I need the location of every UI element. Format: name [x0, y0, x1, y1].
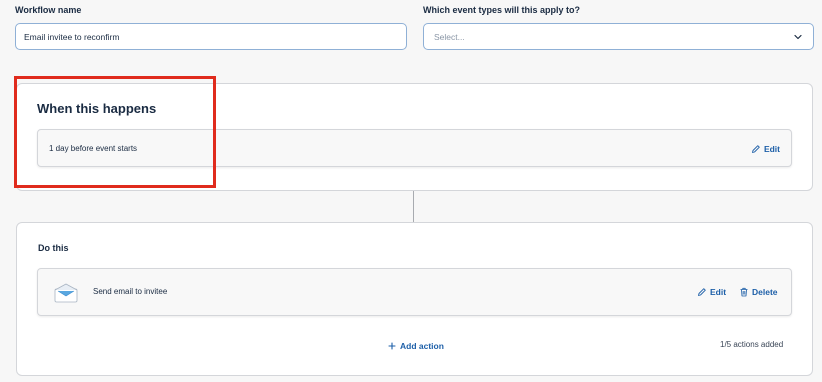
workflow-name-input[interactable]: Email invitee to reconfirm: [15, 23, 407, 50]
trigger-edit-label: Edit: [763, 144, 780, 154]
plus-icon: [388, 342, 396, 350]
action-delete-button[interactable]: Delete: [739, 287, 778, 297]
add-action-label: Add action: [400, 341, 444, 351]
pencil-icon: [698, 288, 706, 296]
pencil-icon: [751, 145, 760, 153]
action-edit-label: Edit: [710, 287, 727, 297]
trigger-edit-button[interactable]: Edit: [751, 144, 780, 154]
action-edit-button[interactable]: Edit: [697, 287, 726, 297]
event-types-placeholder: Select...: [434, 31, 465, 42]
actions-card: Do this Send email to invitee Edit Delet…: [16, 222, 813, 376]
actions-title: Do this: [38, 243, 69, 253]
actions-count: 1/5 actions added: [720, 340, 784, 349]
trash-icon: [740, 287, 748, 297]
trigger-card: When this happens 1 day before event sta…: [16, 83, 813, 191]
add-action-button[interactable]: Add action: [387, 341, 444, 351]
trigger-condition-row[interactable]: 1 day before event starts Edit: [37, 129, 792, 167]
workflow-name-value: Email invitee to reconfirm: [24, 31, 120, 42]
workflow-name-label: Workflow name: [15, 5, 82, 15]
envelope-icon: [54, 283, 78, 303]
action-label: Send email to invitee: [93, 287, 168, 296]
connector-line: [413, 191, 414, 222]
event-types-label: Which event types will this apply to?: [423, 5, 581, 15]
trigger-condition-text: 1 day before event starts: [49, 144, 138, 153]
chevron-down-icon: [794, 34, 802, 39]
trigger-title: When this happens: [37, 101, 157, 116]
action-delete-label: Delete: [752, 287, 778, 297]
action-row[interactable]: Send email to invitee Edit Delete: [37, 268, 792, 316]
event-types-select[interactable]: Select...: [423, 23, 814, 50]
